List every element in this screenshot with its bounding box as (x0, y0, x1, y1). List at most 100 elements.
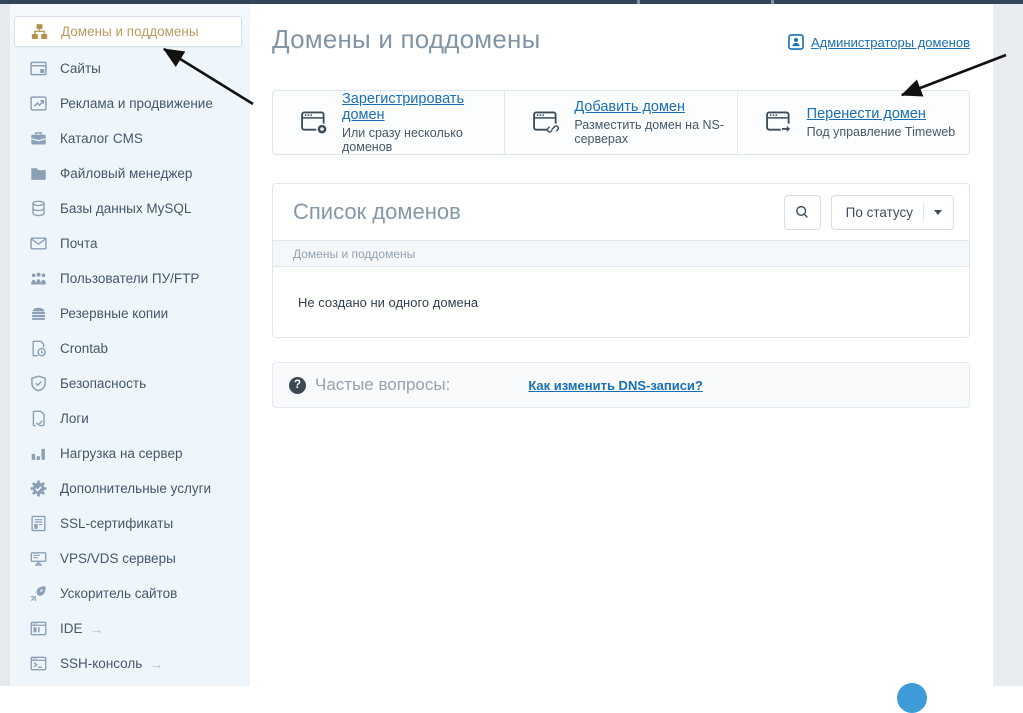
clock-doc-icon (30, 340, 47, 357)
sidebar-menu: Домены и поддомены Сайты Реклама и продв… (10, 4, 250, 681)
chat-fab-button[interactable] (897, 683, 927, 713)
external-link-arrow-icon: → (149, 657, 163, 671)
mail-icon (30, 235, 47, 252)
faq-dns-link[interactable]: Как изменить DNS-записи? (528, 378, 703, 393)
sidebar-item-label: Почта (60, 236, 98, 251)
bar-chart-icon (30, 445, 47, 462)
register-domain-action[interactable]: Зарегистрировать домен Или сразу несколь… (273, 91, 504, 154)
sidebar-item-label: Пользователи ПУ/FTP (60, 271, 199, 286)
domain-add-icon (533, 111, 561, 135)
ide-window-icon (30, 620, 47, 637)
domain-register-icon (301, 111, 329, 135)
briefcase-icon (30, 130, 47, 147)
right-window-edge (993, 4, 1023, 686)
sidebar-item-label: Реклама и продвижение (60, 96, 213, 111)
search-icon (794, 204, 811, 221)
terminal-icon (30, 655, 47, 672)
sidebar-item-ssl[interactable]: SSL-сертификаты (10, 506, 250, 541)
sidebar-item-label: Сайты (60, 61, 101, 76)
sidebar: Домены и поддомены Сайты Реклама и продв… (10, 4, 250, 686)
sidebar-item-label: VPS/VDS серверы (60, 551, 176, 566)
sidebar-item-ssh[interactable]: SSH-консоль → (10, 646, 250, 681)
domain-actions-bar: Зарегистрировать домен Или сразу несколь… (272, 90, 970, 155)
sidebar-item-label: Файловый менеджер (60, 166, 192, 181)
sidebar-item-label: Ускоритель сайтов (60, 586, 177, 601)
contact-card-icon (788, 34, 804, 50)
topbar-divider (771, 0, 774, 4)
page-title: Домены и поддомены (272, 24, 540, 55)
domain-transfer-icon (766, 111, 794, 135)
domain-admins-link[interactable]: Администраторы доменов (788, 34, 970, 50)
timeweb-control-panel: Домены и поддомены Сайты Реклама и продв… (0, 0, 1023, 686)
transfer-domain-action[interactable]: Перенести домен Под управление Timeweb (737, 91, 969, 154)
status-filter-label: По статусу (846, 205, 913, 220)
sidebar-item-label: Каталог CMS (60, 131, 143, 146)
certificate-icon (30, 515, 47, 532)
add-domain-action[interactable]: Добавить домен Разместить домен на NS-се… (504, 91, 736, 154)
dropdown-divider (923, 203, 924, 222)
left-window-edge (0, 4, 10, 686)
sidebar-item-label: Резервные копии (60, 306, 168, 321)
sidebar-item-sites[interactable]: Сайты (10, 51, 250, 86)
register-domain-link: Зарегистрировать домен (342, 91, 504, 123)
folder-icon (30, 165, 47, 182)
transfer-domain-subtitle: Под управление Timeweb (807, 125, 956, 139)
sidebar-item-label: IDE (60, 621, 83, 636)
sidebar-item-ide[interactable]: IDE → (10, 611, 250, 646)
chevron-down-icon (934, 210, 942, 215)
sidebar-item-label: SSH-консоль (60, 656, 142, 671)
register-domain-subtitle: Или сразу несколько доменов (342, 126, 504, 154)
sidebar-item-security[interactable]: Безопасность (10, 366, 250, 401)
domain-list-title: Список доменов (293, 199, 784, 225)
browser-icon (30, 60, 47, 77)
rocket-icon (30, 585, 47, 602)
status-filter-dropdown[interactable]: По статусу (831, 195, 954, 230)
faq-card: Частые вопросы: Как изменить DNS-записи? (272, 362, 970, 408)
sidebar-item-logs[interactable]: Логи (10, 401, 250, 436)
domain-list-header: Список доменов По статусу (273, 184, 969, 240)
question-mark-icon (289, 377, 306, 394)
sidebar-item-server-load[interactable]: Нагрузка на сервер (10, 436, 250, 471)
domain-list-card: Список доменов По статусу Домены и поддо… (272, 183, 970, 338)
sidebar-item-ads[interactable]: Реклама и продвижение (10, 86, 250, 121)
sidebar-item-vps[interactable]: VPS/VDS серверы (10, 541, 250, 576)
sidebar-item-users-ftp[interactable]: Пользователи ПУ/FTP (10, 261, 250, 296)
sidebar-item-label: Нагрузка на сервер (60, 446, 182, 461)
chart-up-icon (30, 95, 47, 112)
transfer-domain-link: Перенести домен (807, 106, 956, 122)
shield-icon (30, 375, 47, 392)
sidebar-item-label: Базы данных MySQL (60, 201, 191, 216)
domain-admins-label: Администраторы доменов (811, 35, 970, 50)
sidebar-item-label: SSL-сертификаты (60, 516, 173, 531)
topbar-divider (637, 0, 640, 4)
log-doc-icon (30, 410, 47, 427)
gear-badge-icon (30, 480, 47, 497)
backup-icon (30, 305, 47, 322)
sidebar-item-cms-catalog[interactable]: Каталог CMS (10, 121, 250, 156)
sidebar-item-domains[interactable]: Домены и поддомены (14, 16, 242, 47)
sidebar-item-label: Дополнительные услуги (60, 481, 211, 496)
sidebar-item-backups[interactable]: Резервные копии (10, 296, 250, 331)
add-domain-subtitle: Разместить домен на NS-серверах (574, 118, 736, 146)
sidebar-item-label: Безопасность (60, 376, 146, 391)
sidebar-item-label: Логи (60, 411, 89, 426)
sidebar-item-mysql[interactable]: Базы данных MySQL (10, 191, 250, 226)
top-dark-stripe (0, 0, 1023, 4)
sidebar-item-mail[interactable]: Почта (10, 226, 250, 261)
sidebar-item-extra-services[interactable]: Дополнительные услуги (10, 471, 250, 506)
sidebar-item-file-manager[interactable]: Файловый менеджер (10, 156, 250, 191)
users-icon (30, 270, 47, 287)
server-icon (30, 550, 47, 567)
sidebar-item-accelerator[interactable]: Ускоритель сайтов (10, 576, 250, 611)
database-icon (30, 200, 47, 217)
empty-state-message: Не создано ни одного домена (273, 267, 969, 337)
add-domain-link: Добавить домен (574, 99, 736, 115)
main-content: Домены и поддомены Администраторы домено… (250, 4, 993, 686)
sitemap-icon (31, 23, 48, 40)
table-column-header: Домены и поддомены (273, 240, 969, 267)
search-button[interactable] (784, 195, 821, 230)
sidebar-item-label: Домены и поддомены (61, 24, 199, 39)
sidebar-item-crontab[interactable]: Crontab (10, 331, 250, 366)
faq-label: Частые вопросы: (315, 375, 450, 395)
external-link-arrow-icon: → (90, 622, 104, 636)
